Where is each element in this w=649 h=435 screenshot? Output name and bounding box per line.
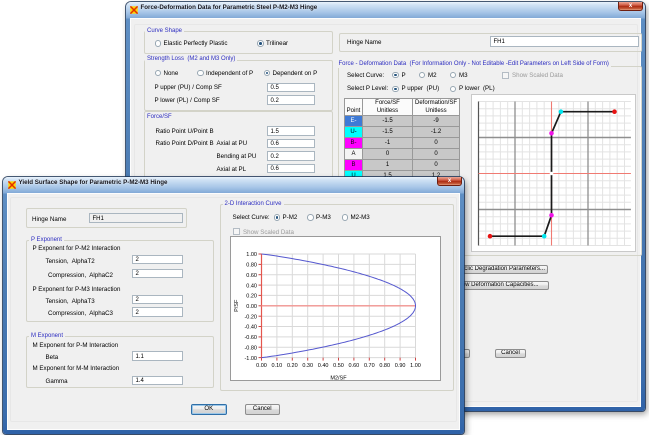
svg-text:0.60: 0.60 [348,363,359,369]
svg-text:-0.40: -0.40 [244,324,257,330]
svg-text:0.80: 0.80 [246,262,257,268]
svg-text:0.70: 0.70 [363,363,374,369]
svg-text:0.80: 0.80 [379,363,390,369]
svg-text:P/SF: P/SF [234,299,240,312]
svg-text:M2/SF: M2/SF [330,375,347,381]
svg-text:0.30: 0.30 [302,363,313,369]
svg-text:1.00: 1.00 [410,363,421,369]
svg-text:0.20: 0.20 [246,293,257,299]
svg-text:0.20: 0.20 [286,363,297,369]
svg-text:-0.60: -0.60 [244,335,257,341]
svg-text:-0.80: -0.80 [244,345,257,351]
svg-text:0.40: 0.40 [246,283,257,289]
svg-text:1.00: 1.00 [246,252,257,258]
svg-text:0.10: 0.10 [271,363,282,369]
svg-text:0.60: 0.60 [246,272,257,278]
svg-text:0.40: 0.40 [317,363,328,369]
svg-text:0.90: 0.90 [394,363,405,369]
svg-text:-0.20: -0.20 [244,314,257,320]
svg-text:0.50: 0.50 [333,363,344,369]
svg-text:-1.00: -1.00 [244,355,257,361]
svg-text:0.00: 0.00 [256,363,267,369]
svg-text:0.00: 0.00 [246,304,257,310]
